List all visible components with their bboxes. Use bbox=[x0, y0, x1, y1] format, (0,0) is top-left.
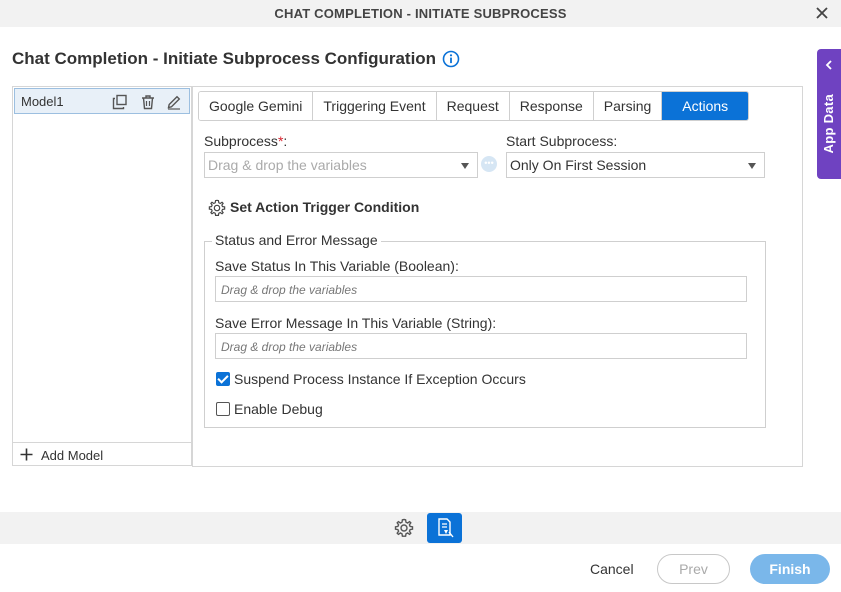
start-subprocess-value: Only On First Session bbox=[510, 157, 647, 173]
edit-icon[interactable] bbox=[166, 94, 182, 110]
add-model-button[interactable]: Add Model bbox=[13, 442, 191, 466]
tab-response[interactable]: Response bbox=[509, 92, 594, 120]
status-variable-label: Save Status In This Variable (Boolean): bbox=[215, 258, 459, 274]
cancel-button[interactable]: Cancel bbox=[590, 561, 634, 577]
window-titlebar: CHAT COMPLETION - INITIATE SUBPROCESS bbox=[0, 0, 841, 27]
model-list-panel: Model1 Add Model bbox=[12, 86, 192, 466]
chevron-left-icon bbox=[825, 60, 832, 70]
status-error-legend: Status and Error Message bbox=[212, 232, 381, 248]
model-name: Model1 bbox=[21, 94, 64, 109]
subprocess-label-text: Subprocess bbox=[204, 133, 278, 149]
delete-icon[interactable] bbox=[140, 94, 156, 110]
gear-icon bbox=[208, 199, 226, 216]
duplicate-icon[interactable] bbox=[112, 94, 128, 110]
finish-button[interactable]: Finish bbox=[750, 554, 830, 584]
plus-icon bbox=[20, 448, 33, 461]
subprocess-select[interactable]: Drag & drop the variables bbox=[204, 152, 478, 178]
enable-debug-checkbox[interactable] bbox=[216, 402, 230, 416]
suspend-process-checkbox[interactable] bbox=[216, 372, 230, 386]
status-variable-input[interactable]: Drag & drop the variables bbox=[215, 276, 747, 302]
subprocess-label: Subprocess*: bbox=[204, 133, 287, 149]
tab-google-gemini[interactable]: Google Gemini bbox=[199, 92, 314, 120]
error-variable-label: Save Error Message In This Variable (Str… bbox=[215, 315, 497, 331]
tab-actions[interactable]: Actions bbox=[662, 92, 749, 120]
enable-debug-label: Enable Debug bbox=[234, 401, 323, 417]
close-icon[interactable] bbox=[813, 4, 831, 22]
tab-triggering-event[interactable]: Triggering Event bbox=[313, 92, 437, 120]
app-data-label: App Data bbox=[821, 94, 836, 154]
error-variable-placeholder: Drag & drop the variables bbox=[221, 340, 358, 354]
prev-button[interactable]: Prev bbox=[657, 554, 730, 584]
suspend-process-label: Suspend Process Instance If Exception Oc… bbox=[234, 371, 526, 387]
subprocess-label-colon: : bbox=[283, 133, 288, 149]
caret-down-icon bbox=[748, 163, 756, 169]
set-action-trigger-label: Set Action Trigger Condition bbox=[230, 199, 420, 215]
info-icon[interactable] bbox=[442, 50, 460, 68]
status-variable-placeholder: Drag & drop the variables bbox=[221, 283, 358, 297]
tab-request[interactable]: Request bbox=[436, 92, 510, 120]
tab-parsing[interactable]: Parsing bbox=[593, 92, 663, 120]
document-icon bbox=[438, 518, 454, 538]
start-subprocess-select[interactable]: Only On First Session bbox=[506, 152, 765, 178]
caret-down-icon bbox=[461, 163, 469, 169]
more-options-icon[interactable]: ••• bbox=[481, 156, 497, 172]
add-model-label: Add Model bbox=[41, 448, 104, 463]
page-title: Chat Completion - Initiate Subprocess Co… bbox=[12, 49, 437, 68]
window-title: CHAT COMPLETION - INITIATE SUBPROCESS bbox=[274, 6, 567, 21]
bottom-toolstrip bbox=[0, 512, 841, 544]
settings-gear-icon[interactable] bbox=[394, 518, 414, 538]
subprocess-placeholder: Drag & drop the variables bbox=[208, 157, 367, 173]
document-translate-button[interactable] bbox=[427, 513, 462, 543]
error-variable-input[interactable]: Drag & drop the variables bbox=[215, 333, 747, 359]
start-subprocess-label: Start Subprocess: bbox=[506, 133, 618, 149]
model-item[interactable]: Model1 bbox=[14, 88, 190, 114]
app-data-tab[interactable]: App Data bbox=[817, 49, 841, 179]
config-tabs: Google Gemini Triggering Event Request R… bbox=[198, 91, 750, 121]
